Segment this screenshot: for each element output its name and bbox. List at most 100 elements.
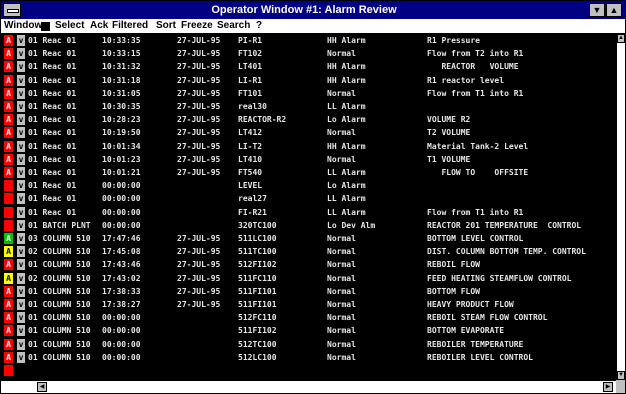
alarm-row[interactable]: v 01 Reac 01 00:00:00 FI-R21 LL Alarm Flow fr…	[1, 206, 616, 219]
row-detail-button[interactable]: v	[17, 101, 25, 112]
ack-status-indicator[interactable]: A	[4, 127, 13, 139]
row-detail-button[interactable]: v	[17, 167, 25, 178]
alarm-row[interactable]: Av 03 COLUMN 510 17:47:46 27-JUL-95 511LC100…	[1, 232, 616, 245]
alarm-row[interactable]: Av 01 COLUMN 510 00:00:00 512LC100 Normal REB…	[1, 351, 616, 364]
row-detail-button[interactable]: v	[17, 246, 25, 258]
row-detail-button[interactable]: v	[17, 61, 25, 73]
scroll-left-arrow-icon[interactable]: ◀	[37, 382, 47, 392]
title-bar[interactable]: Operator Window #1: Alarm Review ▼ ▲	[1, 1, 625, 19]
alarm-row[interactable]: Av 01 Reac 01 10:33:15 27-JUL-95 FT102 Normal…	[1, 47, 616, 60]
row-detail-button[interactable]: v	[17, 299, 25, 310]
ack-status-indicator[interactable]	[4, 180, 13, 192]
maximize-button[interactable]: ▲	[606, 3, 622, 17]
row-detail-button[interactable]: v	[17, 312, 25, 324]
alarm-row[interactable]: Av 01 COLUMN 510 00:00:00 512TC100 Normal REB…	[1, 338, 616, 351]
alarm-row[interactable]: Av 01 COLUMN 510 00:00:00 512FC110 Normal REB…	[1, 311, 616, 324]
menu-window[interactable]: Window	[4, 19, 42, 33]
alarm-row[interactable]: Av 01 Reac 01 10:01:34 27-JUL-95 LI-T2 HH Ala…	[1, 140, 616, 153]
alarm-row[interactable]: Av 01 Reac 01 10:19:50 27-JUL-95 LT412 Normal…	[1, 126, 616, 139]
ack-status-indicator[interactable]	[4, 365, 13, 376]
ack-status-indicator[interactable]: A	[4, 35, 13, 46]
row-detail-button[interactable]: v	[17, 285, 25, 297]
alarm-state: Normal	[327, 339, 356, 349]
menu-search[interactable]: Search	[217, 19, 250, 33]
row-detail-button[interactable]: v	[17, 153, 25, 165]
ack-status-indicator[interactable]: A	[4, 325, 13, 337]
scroll-right-arrow-icon[interactable]: ▶	[603, 382, 613, 392]
alarm-row[interactable]: Av 01 COLUMN 510 00:00:00 511FI102 Normal BOT…	[1, 324, 616, 337]
ack-status-indicator[interactable]: A	[4, 285, 13, 297]
alarm-row[interactable]: Av 01 Reac 01 10:31:32 27-JUL-95 LT401 HH Ala…	[1, 60, 616, 73]
scroll-down-arrow-icon[interactable]: ▼	[617, 371, 625, 380]
row-detail-button[interactable]: v	[17, 219, 25, 231]
alarm-row[interactable]: v 01 BATCH PLNT 00:00:00 320TC100 Lo Dev Alm…	[1, 219, 616, 232]
alarm-area: 03 COLUMN 510	[28, 234, 91, 243]
ack-status-indicator[interactable]	[4, 219, 13, 231]
row-detail-button[interactable]: v	[17, 35, 25, 46]
row-detail-button[interactable]: v	[17, 180, 25, 192]
menu-filtered[interactable]: Filtered	[112, 19, 148, 33]
alarm-row[interactable]: Av 01 Reac 01 10:31:18 27-JUL-95 LI-R1 HH Ala…	[1, 74, 616, 87]
horizontal-scrollbar[interactable]: ◀ ▶	[1, 380, 616, 393]
alarm-row[interactable]: Av 01 Reac 01 10:30:35 27-JUL-95 real30 LL Al…	[1, 100, 616, 113]
ack-status-indicator[interactable]: A	[4, 167, 13, 178]
ack-status-indicator[interactable]: A	[4, 153, 13, 165]
alarm-row[interactable]	[1, 364, 616, 377]
alarm-row[interactable]: Av 01 Reac 01 10:28:23 27-JUL-95 REACTOR-R2 L…	[1, 113, 616, 126]
alarm-row[interactable]: v 01 Reac 01 00:00:00 real27 LL Alarm	[1, 192, 616, 205]
row-detail-button[interactable]: v	[17, 193, 25, 205]
row-detail-button[interactable]: v	[17, 48, 25, 60]
alarm-tag: 512FI102	[238, 260, 277, 270]
row-detail-button[interactable]: v	[17, 114, 25, 126]
ack-status-indicator[interactable]: A	[4, 61, 13, 73]
minimize-button[interactable]: ▼	[589, 3, 605, 17]
row-detail-button[interactable]: v	[17, 272, 25, 284]
ack-status-indicator[interactable]: A	[4, 48, 13, 60]
ack-status-indicator[interactable]: A	[4, 74, 13, 86]
ack-status-indicator[interactable]: A	[4, 246, 13, 258]
alarm-row[interactable]: v 01 Reac 01 00:00:00 LEVEL Lo Alarm	[1, 179, 616, 192]
row-detail-button[interactable]: v	[17, 206, 25, 218]
row-detail-button[interactable]: v	[17, 140, 25, 152]
alarm-row[interactable]: Av 01 COLUMN 510 17:38:33 27-JUL-95 511FI101…	[1, 285, 616, 298]
ack-status-indicator[interactable]: A	[4, 101, 13, 112]
alarm-row[interactable]: Av 01 COLUMN 510 17:43:46 27-JUL-95 512FI102…	[1, 258, 616, 271]
ack-status-indicator[interactable]	[4, 206, 13, 218]
menu-select[interactable]: Select	[55, 19, 84, 33]
alarm-row[interactable]: Av 01 COLUMN 510 17:38:27 27-JUL-95 511FI101…	[1, 298, 616, 311]
alarm-row[interactable]: Av 01 Reac 01 10:33:35 27-JUL-95 PI-R1 HH Ala…	[1, 34, 616, 47]
ack-status-indicator[interactable]: A	[4, 259, 13, 271]
alarm-row[interactable]: Av 01 Reac 01 10:31:05 27-JUL-95 FT101 Normal…	[1, 87, 616, 100]
ack-status-indicator[interactable]: A	[4, 233, 13, 244]
scroll-up-arrow-icon[interactable]: ▲	[617, 34, 625, 43]
menu-help[interactable]: ?	[256, 19, 262, 33]
alarm-row[interactable]: Av 02 COLUMN 510 17:43:02 27-JUL-95 511FC110…	[1, 272, 616, 285]
alarm-row[interactable]: Av 01 Reac 01 10:01:21 27-JUL-95 FT540 LL Ala…	[1, 166, 616, 179]
row-detail-button[interactable]: v	[17, 351, 25, 363]
menu-sort[interactable]: Sort	[156, 19, 176, 33]
row-detail-button[interactable]: v	[17, 325, 25, 337]
alarm-state: LL Alarm	[327, 207, 366, 217]
ack-status-indicator[interactable]	[4, 193, 13, 205]
alarm-list[interactable]: Av 01 Reac 01 10:33:35 27-JUL-95 PI-R1 HH Ala…	[1, 34, 616, 380]
ack-status-indicator[interactable]: A	[4, 114, 13, 126]
ack-status-indicator[interactable]: A	[4, 338, 13, 350]
row-detail-button[interactable]: v	[17, 233, 25, 244]
row-detail-button[interactable]: v	[17, 127, 25, 139]
vertical-scrollbar[interactable]: ▲ ▼	[616, 34, 625, 380]
ack-status-indicator[interactable]: A	[4, 87, 13, 99]
row-detail-button[interactable]: v	[17, 87, 25, 99]
menu-ack[interactable]: Ack	[90, 19, 108, 33]
alarm-row[interactable]: Av 01 Reac 01 10:01:23 27-JUL-95 LT410 Normal…	[1, 153, 616, 166]
system-menu-button[interactable]	[3, 3, 21, 17]
row-detail-button[interactable]: v	[17, 74, 25, 86]
menu-freeze[interactable]: Freeze	[181, 19, 213, 33]
ack-status-indicator[interactable]: A	[4, 299, 13, 310]
alarm-row[interactable]: Av 02 COLUMN 510 17:45:08 27-JUL-95 511TC100…	[1, 245, 616, 258]
ack-status-indicator[interactable]: A	[4, 312, 13, 324]
row-detail-button[interactable]: v	[17, 259, 25, 271]
ack-status-indicator[interactable]: A	[4, 351, 13, 363]
ack-status-indicator[interactable]: A	[4, 140, 13, 152]
ack-status-indicator[interactable]: A	[4, 272, 13, 284]
row-detail-button[interactable]: v	[17, 338, 25, 350]
